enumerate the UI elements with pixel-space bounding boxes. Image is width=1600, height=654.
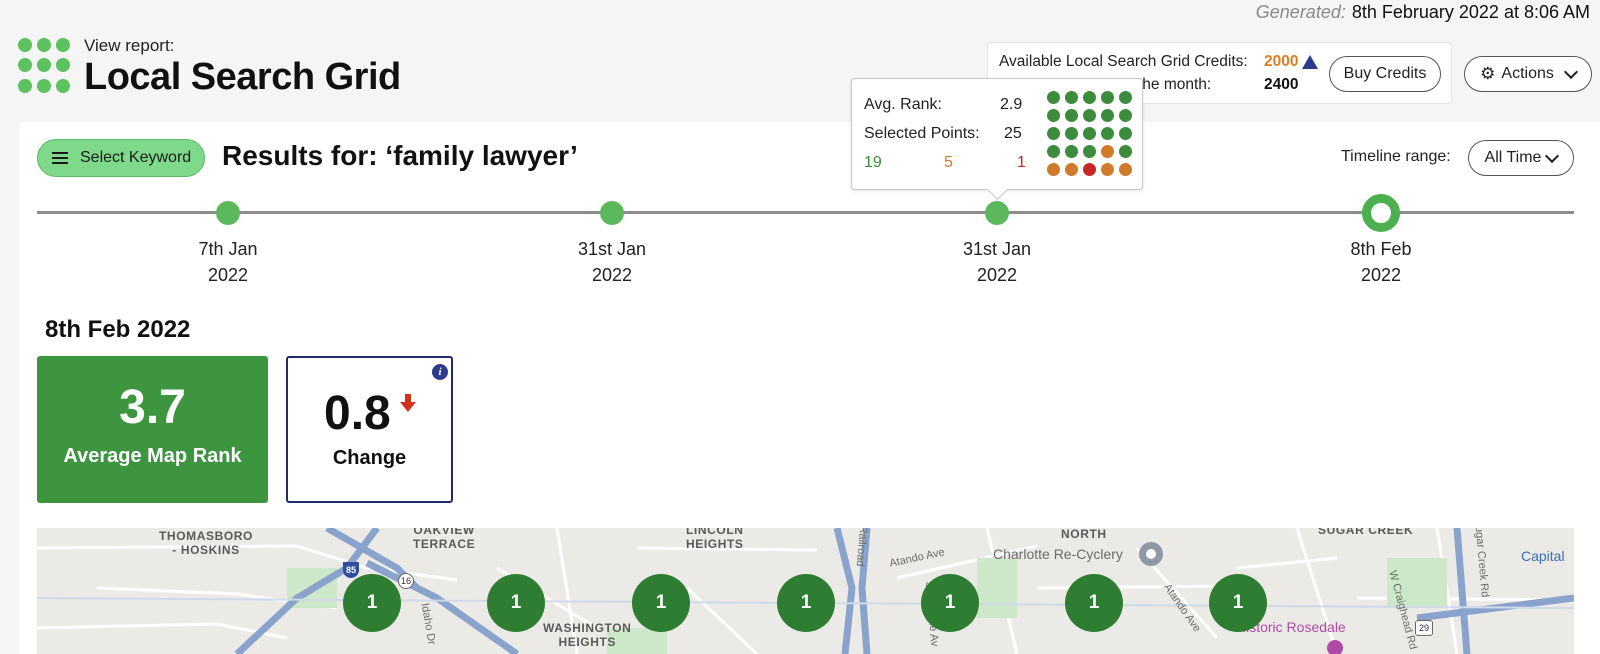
grid-point — [1101, 109, 1114, 122]
generated-value: 8th February 2022 at 8:06 AM — [1351, 2, 1590, 22]
average-map-rank-card: 3.7 Average Map Rank — [37, 356, 268, 503]
grid-point — [1047, 145, 1060, 158]
avg-rank-value: 2.9 — [1000, 96, 1023, 113]
change-label: Change — [332, 447, 407, 469]
info-icon[interactable]: i — [432, 364, 448, 380]
select-keyword-button[interactable]: Select Keyword — [37, 139, 205, 177]
grid-point — [1047, 163, 1060, 176]
grid-point — [1083, 91, 1096, 104]
map-label: LINCOLN HEIGHTS — [686, 528, 744, 551]
available-credits-label: Available Local Search Grid Credits: — [999, 53, 1248, 70]
map-label: OAKVIEW TERRACE — [413, 528, 476, 551]
count-orange: 5 — [944, 154, 953, 171]
rank-pin[interactable]: 1 — [777, 574, 835, 632]
route-shield-icon: 29 — [1415, 620, 1433, 636]
gear-icon: ⚙ — [1480, 64, 1496, 83]
selected-points-value: 25 — [1004, 125, 1022, 142]
map-label: SUGAR CREEK — [1318, 528, 1414, 537]
rank-pin[interactable]: 1 — [921, 574, 979, 632]
map-place[interactable]: Charlotte Re-Cyclery — [993, 546, 1123, 562]
timeline-point-selected[interactable] — [1362, 194, 1400, 232]
chevron-down-icon — [1545, 148, 1560, 163]
rank-pin[interactable]: 1 — [1065, 574, 1123, 632]
grid-point — [1083, 127, 1096, 140]
grid-point — [1047, 109, 1060, 122]
app-logo-icon — [18, 38, 74, 94]
timeline-range-value: All Time — [1484, 149, 1542, 166]
change-card: i 0.8 Change — [286, 356, 453, 503]
route-shield-icon: 16 — [398, 573, 414, 589]
timeline-date-label: 8th Feb 2022 — [1350, 239, 1412, 285]
actions-button[interactable]: ⚙ Actions — [1464, 56, 1592, 92]
grid-point — [1101, 145, 1114, 158]
rank-pin[interactable]: 1 — [487, 574, 545, 632]
timeline-point[interactable] — [985, 201, 1009, 225]
grid-point — [1101, 163, 1114, 176]
timeline-point[interactable] — [216, 201, 240, 225]
museum-marker-icon[interactable] — [1327, 640, 1343, 654]
count-red: 1 — [1017, 154, 1026, 171]
grid-point — [1101, 91, 1114, 104]
view-report-label: View report: — [84, 36, 175, 55]
arrow-down-icon — [400, 402, 416, 412]
monthly-credits-value: 2400 — [1264, 76, 1299, 93]
avg-rank-label: Avg. Rank: — [864, 96, 942, 113]
list-icon — [52, 152, 68, 164]
rank-grid-preview — [1047, 91, 1132, 176]
timeline-tooltip: Avg. Rank: 2.9 Selected Points: 25 19 5 … — [851, 78, 1143, 190]
selected-points-label: Selected Points: — [864, 125, 980, 142]
timeline-date-label: 31st Jan 2022 — [962, 239, 1032, 285]
available-credits-value: 2000 — [1264, 53, 1299, 70]
interstate-shield-icon: 85 — [343, 562, 359, 578]
monthly-credits-label: the month: — [1138, 76, 1212, 93]
map-place[interactable]: Capital — [1521, 548, 1565, 564]
results-heading: Results for: ‘family lawyer’ — [222, 140, 578, 171]
grid-point — [1119, 91, 1132, 104]
grid-point — [1083, 145, 1096, 158]
average-map-rank-value: 3.7 — [119, 381, 186, 434]
grid-point — [1065, 163, 1078, 176]
map-label: NORTH — [1061, 528, 1107, 541]
buy-credits-button[interactable]: Buy Credits — [1329, 56, 1441, 92]
grid-point — [1119, 163, 1132, 176]
select-keyword-label: Select Keyword — [80, 149, 192, 166]
actions-label: Actions — [1501, 65, 1554, 82]
chevron-down-icon — [1563, 64, 1578, 79]
grid-point — [1047, 91, 1060, 104]
page-title: Local Search Grid — [84, 56, 401, 98]
timeline-point[interactable] — [600, 201, 624, 225]
grid-point — [1065, 91, 1078, 104]
grid-point — [1065, 109, 1078, 122]
timeline-range-label: Timeline range: — [1341, 148, 1451, 165]
grid-point — [1101, 127, 1114, 140]
map-label: THOMASBORO - HOSKINS — [159, 529, 253, 557]
timeline-date-label: 7th Jan 2022 — [198, 239, 258, 285]
generated-timestamp: Generated: 8th February 2022 at 8:06 AM — [1255, 2, 1590, 22]
rank-map[interactable]: THOMASBORO - HOSKINS OAKVIEW TERRACE LIN… — [37, 528, 1574, 654]
average-map-rank-label: Average Map Rank — [63, 445, 242, 467]
grid-point — [1119, 109, 1132, 122]
grid-point — [1083, 163, 1096, 176]
change-value: 0.8 — [324, 387, 391, 440]
grid-point — [1119, 145, 1132, 158]
report-date-heading: 8th Feb 2022 — [45, 316, 191, 343]
count-green: 19 — [864, 154, 882, 171]
grid-point — [1047, 127, 1060, 140]
warning-triangle-icon[interactable] — [1302, 55, 1318, 69]
map-label: WASHINGTON HEIGHTS — [543, 621, 632, 649]
grid-point — [1119, 127, 1132, 140]
rank-pin[interactable]: 1 — [1209, 574, 1267, 632]
map-marker-icon[interactable] — [1139, 542, 1163, 566]
rank-pin[interactable]: 1 — [632, 574, 690, 632]
timeline-track — [37, 211, 1574, 214]
timeline-date-label: 31st Jan 2022 — [577, 239, 647, 285]
timeline-range-select[interactable]: All Time — [1468, 140, 1574, 176]
grid-point — [1083, 109, 1096, 122]
grid-point — [1065, 145, 1078, 158]
rank-pin[interactable]: 1 — [343, 574, 401, 632]
grid-point — [1065, 127, 1078, 140]
